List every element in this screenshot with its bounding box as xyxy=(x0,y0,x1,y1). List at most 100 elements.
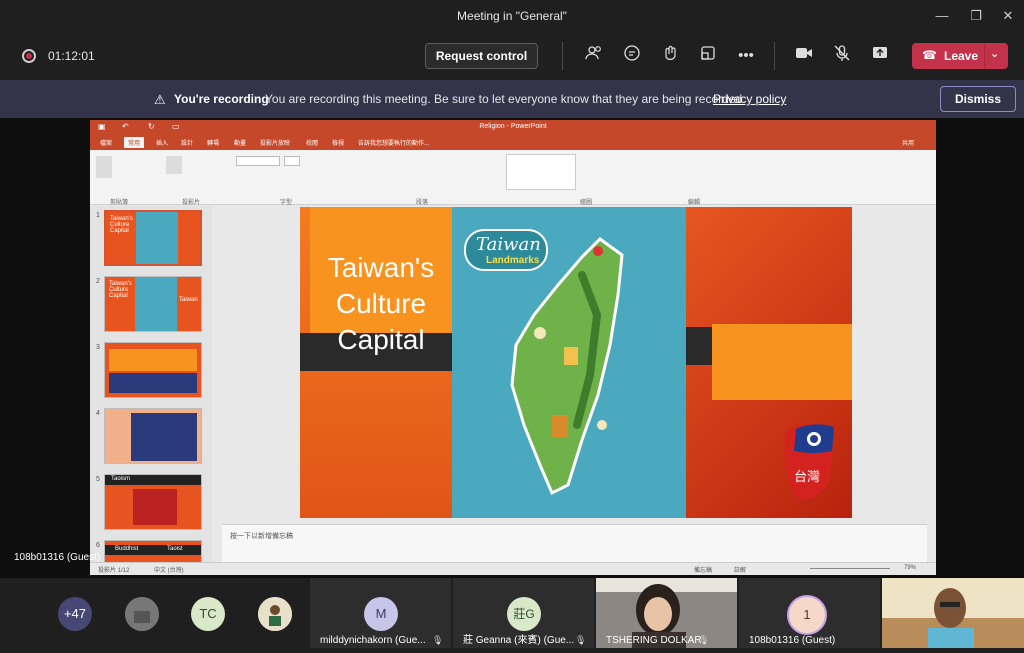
slide-title: Taiwan's Culture Capital xyxy=(327,252,435,355)
participant-name: milddynichakorn (Gue... xyxy=(320,635,426,646)
ppt-search-hint: 告訴我您想要執行的動作... xyxy=(358,141,430,147)
ppt-ribbon: 剪貼簿 投影片 字型 段落 繪圖 編輯 xyxy=(90,150,936,206)
participant-tile[interactable]: 1 108b01316 (Guest) xyxy=(739,578,880,648)
ppt-tab: 校閱 xyxy=(306,141,319,147)
ppt-tab: 檢視 xyxy=(332,141,345,147)
font-size-box xyxy=(284,156,300,166)
ribbon-group-label: 編輯 xyxy=(688,200,701,206)
divider xyxy=(984,43,985,69)
privacy-policy-link[interactable]: Privacy policy xyxy=(713,92,786,106)
divider xyxy=(562,42,563,70)
ppt-title-bar: ▣ ↶ ↻ ▭ Religion - PowerPoint xyxy=(90,120,936,136)
participant-video xyxy=(882,578,1024,648)
camera-icon[interactable] xyxy=(792,44,816,68)
ppt-tab: 設計 xyxy=(181,141,194,147)
request-control-button[interactable]: Request control xyxy=(425,43,538,69)
meeting-toolbar: 01:12:01 Request control ••• ☎ Leave ⌄ xyxy=(0,32,1024,80)
participant-name: 108b01316 (Guest) xyxy=(749,635,836,646)
chat-icon[interactable] xyxy=(620,44,644,68)
recording-icon xyxy=(22,49,36,63)
mic-muted-icon: 🎙 xyxy=(432,635,444,645)
participant-video-tile[interactable] xyxy=(882,578,1024,648)
overflow-participants-button[interactable]: +47 xyxy=(58,597,92,631)
taiwan-landmarks-map: Taiwan Landmarks xyxy=(452,207,686,518)
minimize-icon[interactable]: — xyxy=(932,6,952,26)
ribbon-group-label: 投影片 xyxy=(182,200,201,206)
slide-dark-band xyxy=(686,327,714,365)
slide-counter: 投影片 1/12 xyxy=(98,568,130,574)
meeting-timer: 01:12:01 xyxy=(48,49,95,63)
zoom-slider[interactable] xyxy=(810,568,890,569)
more-options-icon[interactable]: ••• xyxy=(734,44,758,68)
comments-toggle[interactable]: 註解 xyxy=(734,565,746,574)
warning-icon: ⚠ xyxy=(154,92,166,107)
taiwan-island-shape xyxy=(510,237,624,496)
notes-pane[interactable]: 按一下以新增備忘稿 xyxy=(222,524,927,562)
slide-thumbnail[interactable]: Taiwan's Culture Capital Taiwan xyxy=(104,276,202,332)
share-screen-icon[interactable] xyxy=(868,44,892,68)
title-bar: Meeting in "General" — ❐ ✕ xyxy=(0,0,1024,32)
mic-muted-icon: 🎙 xyxy=(698,635,710,645)
participant-name: TSHERING DOLKAR xyxy=(606,635,702,646)
window-title: Meeting in "General" xyxy=(457,9,567,23)
ppt-share: 共用 xyxy=(902,141,915,147)
svg-text:台灣: 台灣 xyxy=(794,470,820,485)
dismiss-button[interactable]: Dismiss xyxy=(940,86,1016,112)
new-slide-icon xyxy=(166,156,182,174)
mic-muted-icon[interactable] xyxy=(830,44,854,68)
ppt-tab: 插入 xyxy=(156,141,169,147)
participant-tile[interactable]: 莊G 莊 Geanna (來賓) (Gue... 🎙 xyxy=(453,578,594,648)
shapes-gallery xyxy=(506,154,576,190)
participant-name: 莊 Geanna (來賓) (Gue... xyxy=(463,635,575,646)
ribbon-group-label: 段落 xyxy=(416,200,429,206)
ppt-tab-active: 常用 xyxy=(124,137,145,148)
participant-initial: 1 xyxy=(787,595,827,635)
phone-hangup-icon: ☎ xyxy=(922,48,937,62)
slide-thumbnail[interactable] xyxy=(104,408,202,464)
ppt-tab: 動畫 xyxy=(234,141,247,147)
slide-thumbnail[interactable]: Taoism xyxy=(104,474,202,530)
ppt-tab: 檔案 xyxy=(100,141,113,147)
participant-video-tile[interactable]: TSHERING DOLKAR 🎙 xyxy=(596,578,737,648)
slide-thumbnail[interactable] xyxy=(104,342,202,398)
banner-text: You are recording this meeting. Be sure … xyxy=(265,92,746,106)
participant-initial: M xyxy=(364,597,398,631)
ribbon-group-label: 繪圖 xyxy=(580,200,593,206)
presenter-label: 108b01316 (Guest) xyxy=(14,552,101,563)
taiwan-landmarks-badge: Taiwan Landmarks xyxy=(464,229,548,271)
divider xyxy=(774,42,775,70)
ppt-tabs: 檔案 常用 插入 設計 轉場 動畫 投影片放映 校閱 檢視 告訴我您想要執行的動… xyxy=(90,136,936,150)
leave-button[interactable]: ☎ Leave ⌄ xyxy=(912,43,1008,69)
zoom-level: 79% xyxy=(904,565,917,571)
slide-thumbnail-pane: 1 Taiwan's Culture Capital 2 Taiwan's Cu… xyxy=(90,206,212,575)
ribbon-group-label: 字型 xyxy=(280,200,293,206)
notes-placeholder: 按一下以新增備忘稿 xyxy=(230,533,293,540)
font-box xyxy=(236,156,280,166)
powerpoint-window: ▣ ↶ ↻ ▭ Religion - PowerPoint 檔案 常用 插入 設… xyxy=(90,120,936,575)
recording-banner: ⚠ You're recording You are recording thi… xyxy=(0,80,1024,118)
reactions-icon[interactable] xyxy=(658,44,682,68)
ppt-tab: 投影片放映 xyxy=(260,141,291,147)
ppt-status-bar: 投影片 1/12 中文 (台灣) 備忘稿 註解 79% xyxy=(90,562,936,575)
ppt-tab: 轉場 xyxy=(207,141,220,147)
participant-avatar[interactable] xyxy=(125,597,159,631)
mic-muted-icon: 🎙 xyxy=(575,635,587,645)
restore-icon[interactable]: ❐ xyxy=(966,6,986,26)
notes-toggle[interactable]: 備忘稿 xyxy=(694,565,712,574)
participants-icon[interactable] xyxy=(582,44,606,68)
taiwan-flag-icon: 台灣 xyxy=(785,423,834,500)
paste-icon xyxy=(96,156,112,178)
chevron-down-icon[interactable]: ⌄ xyxy=(990,47,999,60)
participant-initial: 莊G xyxy=(507,597,541,631)
participant-avatar[interactable] xyxy=(258,597,292,631)
participant-tile[interactable]: M milddynichakorn (Gue... 🎙 xyxy=(310,578,451,648)
current-slide[interactable]: Taiwan's Culture Capital Taiwan Landmark… xyxy=(300,207,852,518)
banner-title: You're recording xyxy=(174,92,269,106)
ppt-title: Religion - PowerPoint xyxy=(479,123,547,130)
close-icon[interactable]: ✕ xyxy=(998,6,1018,26)
slide-thumbnail[interactable]: Taiwan's Culture Capital xyxy=(104,210,202,266)
rooms-icon[interactable] xyxy=(696,44,720,68)
participant-avatar-tc[interactable]: TC xyxy=(191,597,225,631)
language-status: 中文 (台灣) xyxy=(154,568,184,574)
slide-orange-block xyxy=(712,324,852,400)
